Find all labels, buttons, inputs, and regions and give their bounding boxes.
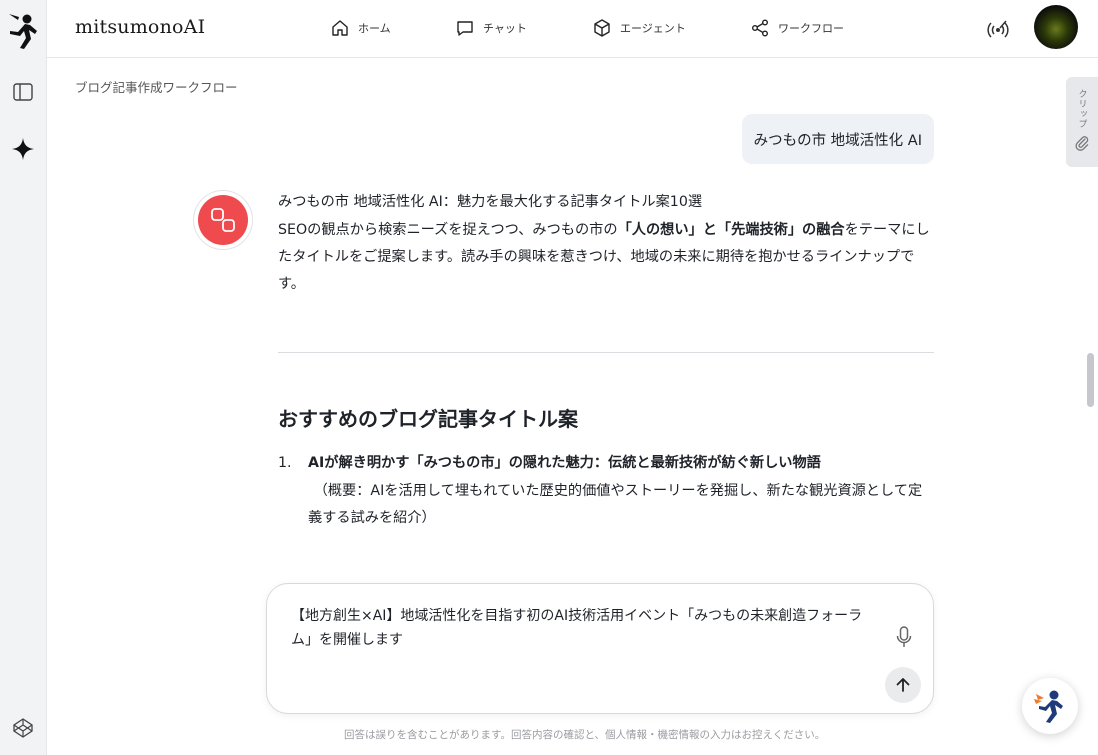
nav-agent-label: エージェント [620, 22, 686, 35]
arrow-up-icon [896, 678, 910, 692]
codepen-icon[interactable] [9, 714, 37, 742]
share-icon [752, 19, 768, 37]
user-message-bubble: みつもの市 地域活性化 AI [741, 114, 934, 164]
disclaimer-text: 回答は誤りを含むことがあります。回答内容の確認と、個人情報・機密情報の入力はお控… [344, 729, 826, 741]
workflow-nodes-icon [211, 208, 235, 232]
nav-chat[interactable]: チャット [455, 16, 527, 40]
breadcrumb[interactable]: ブログ記事作成ワークフロー [75, 77, 238, 96]
section-divider [278, 352, 934, 353]
left-rail [0, 0, 47, 755]
section-heading: おすすめのブログ記事タイトル案 [278, 407, 578, 431]
paperclip-icon [1075, 136, 1089, 151]
ninja-mascot-icon [1034, 690, 1063, 723]
assistant-message: みつもの市 地域活性化 AI：魅力を最大化する記事タイトル案10選 SEOの観点… [278, 190, 934, 298]
nav-chat-label: チャット [483, 22, 527, 35]
chat-icon [457, 21, 473, 36]
list-item-title: AIが解き明かす「みつもの市」の隠れた魅力：伝統と最新技術が紡ぐ新しい物語 [308, 455, 821, 471]
cube-icon [594, 19, 610, 37]
list-item-description: （概要：AIを活用して埋もれていた歴史的価値やストーリーを発掘し、新たな観光資源… [308, 483, 923, 526]
broadcast-icon[interactable] [986, 16, 1012, 42]
answer-title: みつもの市 地域活性化 AI：魅力を最大化する記事タイトル案10選 [278, 194, 703, 210]
answer-intro-bold: 「人の想い」と「先端技術」の融合 [617, 222, 845, 238]
user-avatar[interactable] [1034, 5, 1078, 49]
sidebar-toggle-icon[interactable] [9, 78, 37, 106]
clip-tab[interactable]: クリップ [1066, 77, 1098, 167]
brand-name[interactable]: mitsumonoAI [75, 16, 205, 38]
message-composer[interactable]: 【地方創生×AI】地域活性化を目指す初のAI技術活用イベント「みつもの未来創造フ… [266, 583, 934, 714]
nav-home-label: ホーム [358, 22, 391, 35]
scrollbar-thumb[interactable] [1087, 353, 1094, 407]
composer-input[interactable]: 【地方創生×AI】地域活性化を目指す初のAI技術活用イベント「みつもの未来創造フ… [291, 604, 871, 652]
nav-workflow[interactable]: ワークフロー [750, 16, 844, 40]
microphone-icon[interactable] [893, 624, 915, 650]
send-button[interactable] [885, 667, 921, 703]
answer-intro: SEOの観点から検索ニーズを捉えつつ、みつもの市の「人の想い」と「先端技術」の融… [278, 217, 934, 298]
ninja-helper-button[interactable] [1022, 678, 1078, 734]
sparkle-icon[interactable] [9, 135, 37, 163]
top-header: mitsumonoAI ホーム チャット エージェント ワークフロー [47, 0, 1098, 58]
ninja-logo-icon[interactable] [6, 12, 40, 50]
nav-workflow-label: ワークフロー [778, 22, 844, 35]
answer-intro-text: SEOの観点から検索ニーズを捉えつつ、みつもの市の [278, 222, 618, 238]
nav-home[interactable]: ホーム [330, 16, 391, 40]
home-icon [332, 20, 348, 36]
clip-tab-label: クリップ [1076, 89, 1087, 129]
assistant-avatar [193, 190, 253, 250]
list-item-number: 1. [278, 455, 292, 471]
nav-agent[interactable]: エージェント [592, 16, 686, 40]
